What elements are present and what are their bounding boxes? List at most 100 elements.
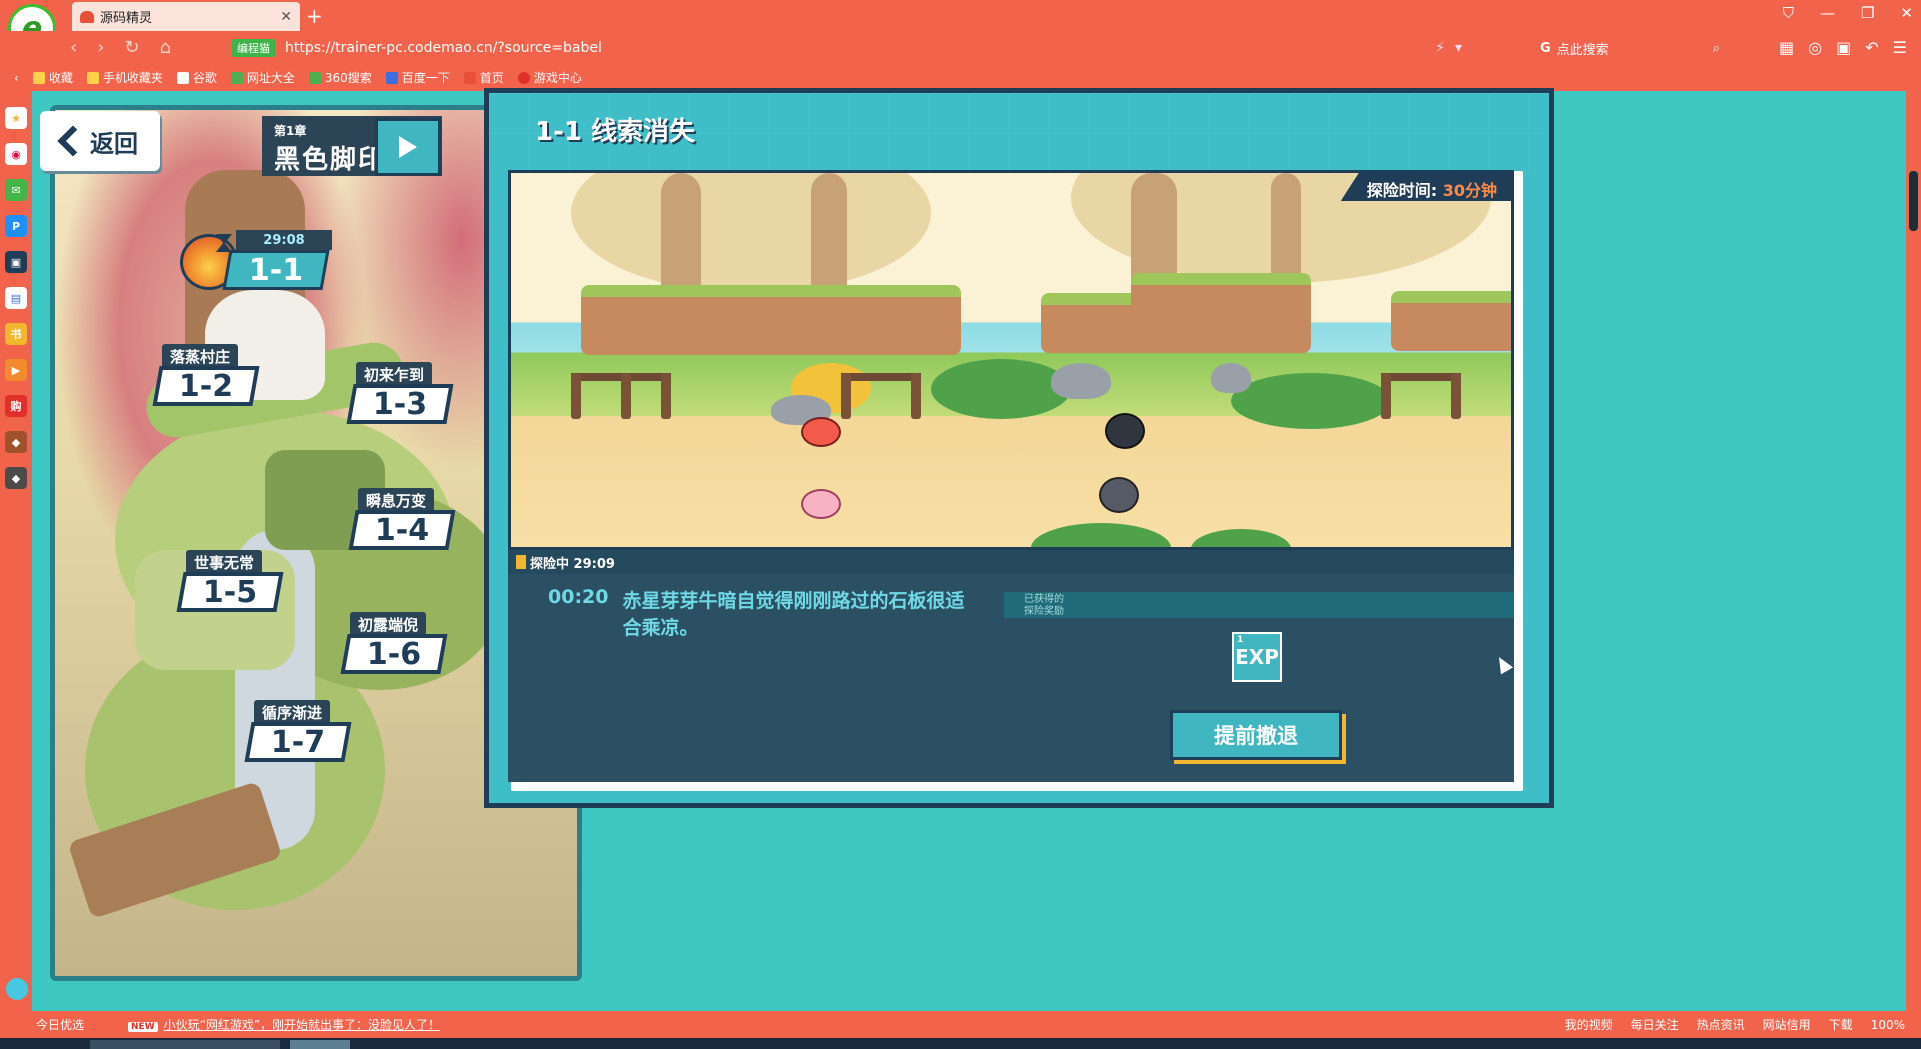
level-number[interactable]: 1-5 (176, 572, 284, 612)
mail-icon[interactable]: ✉ (5, 179, 27, 201)
assistant-icon[interactable] (6, 978, 28, 1000)
forward-nav-icon[interactable]: › (97, 37, 104, 58)
game2-icon[interactable]: ◆ (5, 467, 27, 489)
bookmark-item[interactable]: 360搜索 (308, 69, 372, 86)
status-item[interactable]: 每日关注 (1631, 1016, 1679, 1033)
bush (1191, 529, 1291, 547)
new-tab-icon[interactable]: + (306, 4, 323, 28)
apps-icon[interactable]: ▣ (1836, 38, 1851, 57)
exp-label: EXP (1235, 645, 1279, 669)
google-icon: G (1540, 40, 1551, 56)
level-number-label: 1-6 (366, 636, 422, 672)
taskbar-item[interactable] (290, 1040, 350, 1049)
level-node[interactable]: 初露端倪 1-6 (340, 612, 448, 674)
level-node[interactable]: 循序渐进 1-7 (244, 700, 352, 762)
exploration-status: 探险中 29:09 00:20 赤星芽芽牛暗自觉得刚刚路过的石板很适合乘凉。 已… (508, 550, 1514, 782)
minimize-icon[interactable]: — (1820, 4, 1835, 22)
chapter-play-button[interactable] (375, 118, 441, 176)
level-title: 1-1 线索消失 (535, 117, 696, 147)
current-level-timer: 29:08 (236, 230, 332, 250)
bookmark-label: 首页 (479, 71, 504, 85)
shop-icon[interactable]: 购 (5, 395, 27, 417)
notes-icon[interactable]: ▤ (5, 287, 27, 309)
close-window-icon[interactable]: ✕ (1900, 4, 1913, 22)
bookmark-item[interactable]: 游戏中心 (517, 69, 582, 86)
bookmark-toggle-icon[interactable]: ‹ (14, 71, 19, 85)
back-button[interactable]: 返回 (40, 111, 160, 171)
address-bar[interactable]: 编程猫 https://trainer-pc.codemao.cn/?sourc… (232, 36, 1472, 60)
status-news[interactable]: NEW 小伙玩“网红游戏”，刚开始就出事了：没脸见人了！ (114, 1016, 440, 1033)
status-item[interactable]: 热点资讯 (1697, 1016, 1745, 1033)
level-number[interactable]: 1-2 (152, 366, 260, 406)
statusbar-tools: 我的视频 每日关注 热点资讯 网站信用 下载 100% (1565, 1016, 1921, 1033)
purple-flame-enemy (1099, 477, 1139, 513)
log-text: 赤星芽芽牛暗自觉得刚刚路过的石板很适合乘凉。 (622, 590, 965, 639)
level-number[interactable]: 1-6 (340, 634, 448, 674)
exp-reward-item[interactable]: 1 EXP (1232, 632, 1282, 682)
taskbar-item[interactable] (90, 1040, 280, 1049)
bookmark-item[interactable]: 首页 (463, 69, 504, 86)
explore-time-value: 30分钟 (1442, 181, 1497, 200)
current-level[interactable]: 29:08 1-1 (180, 230, 332, 290)
bookmark-item[interactable]: 百度一下 (385, 69, 450, 86)
back-nav-icon[interactable]: ‹ (70, 37, 77, 58)
search360-icon (308, 71, 321, 84)
bookmark-item[interactable]: 谷歌 (176, 69, 217, 86)
skin-icon[interactable]: ⛉ (1783, 4, 1794, 22)
level-number[interactable]: 1-4 (348, 510, 456, 550)
page-scrollbar[interactable] (1906, 91, 1921, 1011)
bookmark-label: 游戏中心 (533, 71, 582, 85)
news-link[interactable]: 小伙玩“网红游戏”，刚开始就出事了：没脸见人了！ (164, 1018, 440, 1032)
reward-label-line2: 探险奖励 (1024, 606, 1064, 617)
status-item[interactable]: 我的视频 (1565, 1016, 1613, 1033)
bookmark-item[interactable]: 手机收藏夹 (86, 69, 163, 86)
bush (1031, 523, 1171, 547)
retreat-button[interactable]: 提前撤退 (1170, 710, 1342, 760)
restore-icon[interactable]: ❐ (1861, 4, 1874, 22)
level-node[interactable]: 瞬息万变 1-4 (348, 488, 456, 550)
level-node[interactable]: 世事无常 1-5 (176, 550, 284, 612)
cliff (1131, 273, 1311, 353)
home-icon[interactable]: ⌂ (160, 37, 171, 58)
scroll-thumb[interactable] (1909, 171, 1918, 231)
site-badge: 编程猫 (232, 39, 275, 57)
status-item[interactable]: 网站信用 (1763, 1016, 1811, 1033)
weibo-icon[interactable]: ◉ (5, 143, 27, 165)
refresh-icon[interactable]: ↻ (124, 37, 139, 58)
browser-tab[interactable]: 源码精灵 ✕ (72, 2, 300, 31)
log-time: 00:20 (548, 586, 609, 608)
tab-close-icon[interactable]: ✕ (280, 9, 292, 25)
baidu-icon (385, 71, 398, 84)
level-node[interactable]: 落蒸村庄 1-2 (152, 344, 260, 406)
status-item[interactable]: 下载 (1829, 1016, 1853, 1033)
dark-cat-enemy (1105, 413, 1145, 449)
level-number[interactable]: 1-3 (346, 384, 454, 424)
bookmark-label: 百度一下 (401, 71, 450, 85)
novel-icon[interactable]: 书 (5, 323, 27, 345)
favorites-icon[interactable]: ★ (5, 107, 27, 129)
level-node[interactable]: 初来乍到 1-3 (346, 362, 454, 424)
undo-icon[interactable]: ↶ (1865, 38, 1878, 57)
fence-post (911, 373, 921, 419)
game-app-icon[interactable]: ▣ (5, 251, 27, 273)
extension-icon[interactable]: ◎ (1808, 38, 1822, 57)
current-level-label: 1-1 (248, 252, 304, 288)
level-number[interactable]: 1-7 (244, 722, 352, 762)
reward-label-line1: 已获得的 (1024, 594, 1064, 605)
menu-icon[interactable]: ☰ (1893, 38, 1907, 57)
browser-titlebar: 源码精灵 ✕ + ⛉ — ❐ ✕ (0, 0, 1921, 31)
video-icon[interactable]: ▶ (5, 359, 27, 381)
bookmark-item[interactable]: 收藏 (32, 69, 73, 86)
cliff (581, 285, 961, 355)
status-today[interactable]: 今日优选 (36, 1016, 84, 1033)
p-app-icon[interactable]: P (5, 215, 27, 237)
fence-post (1451, 373, 1461, 419)
search-box[interactable]: G 点此搜索 ⌕ (1540, 36, 1720, 60)
fire-pet (801, 417, 841, 447)
qrcode-icon[interactable]: ▦ (1779, 38, 1794, 57)
bookmark-item[interactable]: 网址大全 (230, 69, 295, 86)
url-text[interactable]: https://trainer-pc.codemao.cn/?source=ba… (285, 40, 602, 56)
zoom-level[interactable]: 100% (1871, 1018, 1905, 1032)
search-icon[interactable]: ⌕ (1713, 41, 1720, 56)
game1-icon[interactable]: ◆ (5, 431, 27, 453)
